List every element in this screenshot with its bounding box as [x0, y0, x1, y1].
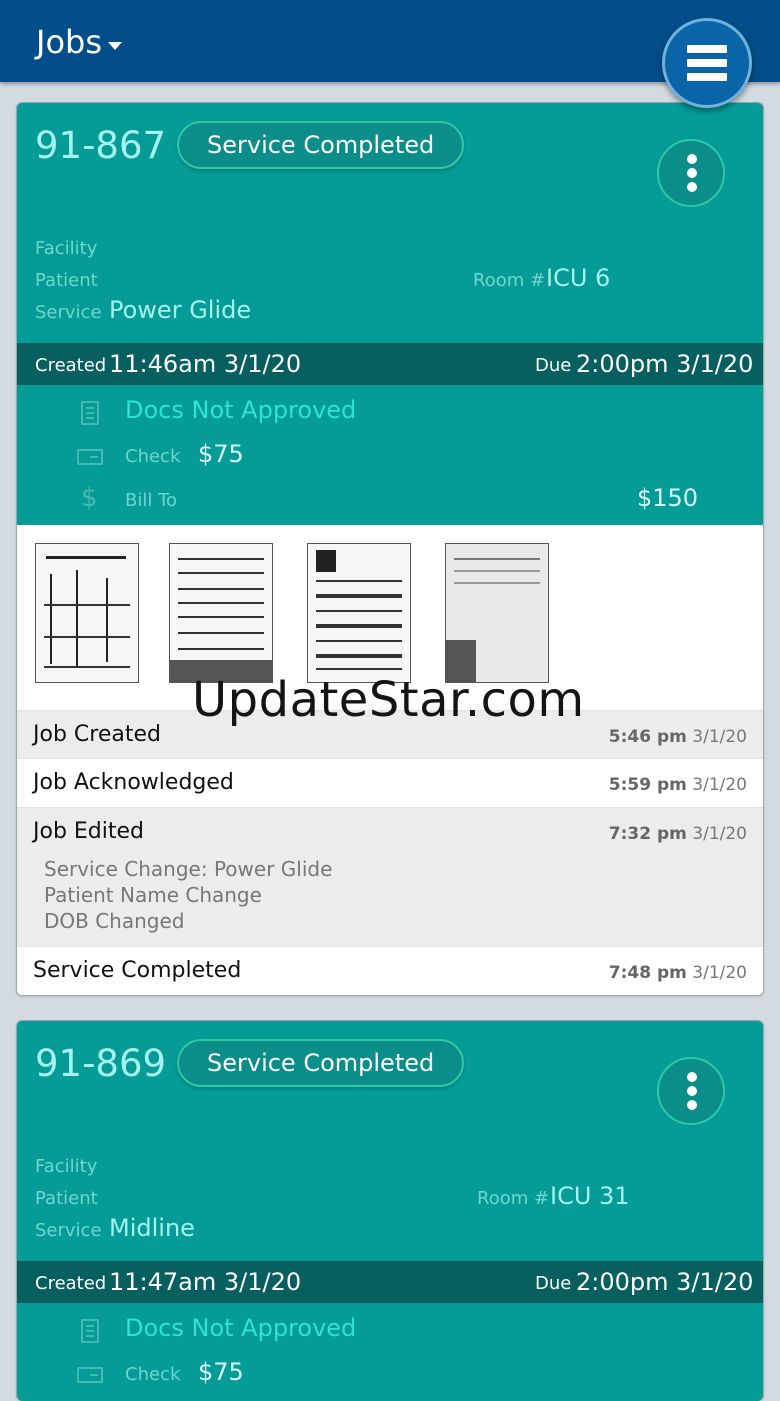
timeline-detail: Service Change: Power Glide [44, 857, 333, 881]
time: 7:48 pm [608, 963, 687, 983]
timeline-time: 7:48 pm 3/1/20 [609, 962, 747, 984]
document-icon [81, 1319, 99, 1343]
menu-icon-bar [687, 73, 727, 81]
due-label: Due [535, 355, 572, 376]
room-label: Room # [477, 1188, 550, 1209]
date: 3/1/20 [692, 727, 747, 747]
more-options-button[interactable] [657, 1057, 725, 1125]
kebab-icon [687, 1072, 697, 1082]
room-value: ICU 31 [550, 1182, 630, 1210]
due-label: Due [535, 1273, 572, 1294]
kebab-dot [687, 182, 697, 192]
patient-label: Patient [35, 1188, 98, 1209]
room-label: Room # [473, 270, 546, 291]
check-label: Check [125, 446, 181, 467]
service-label: Service [35, 302, 102, 323]
document-thumbnail[interactable] [35, 543, 139, 683]
job-card-header: 91-867 Service Completed Facility Patien… [17, 103, 763, 343]
card-icon [77, 449, 103, 465]
facility-label: Facility [35, 238, 98, 259]
job-card-header: 91-869 Service Completed Facility Patien… [17, 1021, 763, 1261]
document-icon [81, 401, 99, 425]
document-thumbnail[interactable] [169, 543, 273, 683]
time: 5:46 pm [608, 727, 687, 747]
service-value: Power Glide [109, 296, 252, 324]
time: 5:59 pm [608, 775, 687, 795]
timeline-detail: Patient Name Change [44, 883, 262, 907]
bill-to-value: $150 [637, 484, 699, 512]
bill-to-label: Bill To [125, 490, 178, 511]
created-label: Created [35, 1273, 107, 1294]
created-value: 11:46am 3/1/20 [109, 350, 302, 378]
job-info: Docs Not Approved Check $75 $ Bill To $1… [17, 385, 763, 525]
job-card[interactable]: 91-869 Service Completed Facility Patien… [16, 1020, 764, 1401]
created-value: 11:47am 3/1/20 [109, 1268, 302, 1296]
jobs-title[interactable]: Jobs [36, 22, 102, 62]
facility-label: Facility [35, 1156, 98, 1177]
timeline-event: Job Acknowledged [33, 770, 234, 795]
timeline-event: Job Edited [33, 819, 145, 844]
service-label: Service [35, 1220, 102, 1241]
watermark: UpdateStar.com [192, 672, 585, 728]
room-value: ICU 6 [546, 264, 611, 292]
dollar-icon: $ [81, 483, 98, 513]
hamburger-menu-button[interactable] [662, 18, 752, 108]
date-bar: Created 11:46am 3/1/20 Due 2:00pm 3/1/20 [17, 343, 763, 385]
date: 3/1/20 [692, 824, 747, 844]
check-value: $75 [198, 440, 244, 468]
timeline-time: 5:59 pm 3/1/20 [609, 774, 747, 796]
kebab-dot [687, 168, 697, 178]
patient-label: Patient [35, 270, 98, 291]
service-value: Midline [109, 1214, 195, 1242]
time: 7:32 pm [608, 824, 687, 844]
kebab-icon [687, 154, 697, 164]
created-label: Created [35, 355, 107, 376]
check-value: $75 [198, 1358, 244, 1386]
timeline-event: Service Completed [33, 958, 242, 983]
timeline-row: Job Acknowledged 5:59 pm 3/1/20 [17, 758, 763, 807]
check-label: Check [125, 1364, 181, 1385]
document-thumbnail[interactable] [307, 543, 411, 683]
timeline-row: Service Completed 7:48 pm 3/1/20 [17, 946, 763, 995]
timeline-event: Job Created [33, 722, 161, 747]
status-badge[interactable]: Service Completed [177, 1039, 465, 1087]
timeline-time: 5:46 pm 3/1/20 [609, 726, 747, 748]
docs-status[interactable]: Docs Not Approved [125, 1313, 356, 1343]
due-value: 2:00pm 3/1/20 [576, 1268, 754, 1296]
timeline-time: 7:32 pm 3/1/20 [609, 823, 747, 845]
date: 3/1/20 [692, 963, 747, 983]
more-options-button[interactable] [657, 139, 725, 207]
job-number[interactable]: 91-869 [35, 1041, 166, 1087]
kebab-dot [687, 1100, 697, 1110]
menu-icon-bar [687, 59, 727, 67]
job-info: Docs Not Approved Check $75 [17, 1303, 763, 1401]
date: 3/1/20 [692, 775, 747, 795]
status-badge[interactable]: Service Completed [177, 121, 465, 169]
timeline-detail: DOB Changed [44, 909, 185, 933]
job-card[interactable]: 91-867 Service Completed Facility Patien… [16, 102, 764, 996]
menu-icon [687, 45, 727, 53]
chevron-down-icon[interactable] [108, 42, 122, 50]
card-icon [77, 1367, 103, 1383]
kebab-dot [687, 1086, 697, 1096]
timeline-row: Job Edited 7:32 pm 3/1/20 Service Change… [17, 807, 763, 946]
job-number[interactable]: 91-867 [35, 123, 166, 169]
document-thumbnail[interactable] [445, 543, 549, 683]
date-bar: Created 11:47am 3/1/20 Due 2:00pm 3/1/20 [17, 1261, 763, 1303]
due-value: 2:00pm 3/1/20 [576, 350, 754, 378]
docs-status[interactable]: Docs Not Approved [125, 395, 356, 425]
